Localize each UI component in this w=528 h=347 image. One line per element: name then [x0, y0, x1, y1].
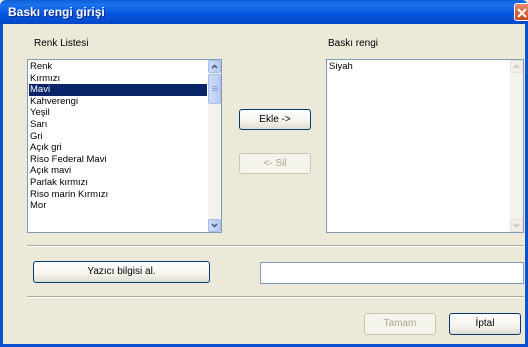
scroll-down-button[interactable] — [510, 219, 523, 232]
printer-info-button[interactable]: Yazıcı bilgisi al. — [33, 261, 210, 283]
thumb-grip — [212, 86, 218, 87]
list-item[interactable]: Siyah — [328, 61, 509, 73]
list-item[interactable]: Gri — [29, 131, 207, 143]
scroll-down-button[interactable] — [208, 219, 221, 232]
title-bar[interactable]: Baskı rengi girişi — [0, 0, 528, 24]
cancel-button[interactable]: İptal — [449, 313, 521, 335]
print-color-list[interactable]: Siyah — [326, 59, 524, 233]
scroll-up-button[interactable] — [208, 60, 221, 73]
printer-info-field[interactable] — [260, 262, 524, 284]
print-color-label: Baskı rengi — [328, 38, 379, 49]
list-item[interactable]: Mavi — [29, 84, 207, 96]
list-item[interactable]: Kahverengi — [29, 96, 207, 108]
list-item[interactable]: Riso marin Kırmızı — [29, 189, 207, 201]
window-border-left — [0, 24, 3, 347]
list-item[interactable]: Mor — [29, 200, 207, 212]
chevron-up-icon — [211, 64, 218, 69]
list-item[interactable]: Açık gri — [29, 142, 207, 154]
add-button[interactable]: Ekle -> — [239, 109, 311, 130]
list-item[interactable]: Riso Federal Mavi — [29, 154, 207, 166]
separator — [27, 296, 524, 298]
remove-button[interactable]: <- Sil — [239, 153, 311, 174]
separator — [27, 245, 524, 247]
list-item[interactable]: Açık mavi — [29, 165, 207, 177]
close-button[interactable] — [514, 3, 528, 21]
thumb-grip — [212, 90, 218, 91]
chevron-down-icon — [513, 223, 520, 228]
ok-button[interactable]: Tamam — [364, 313, 436, 335]
scroll-up-button[interactable] — [510, 60, 523, 73]
list-item[interactable]: Renk — [29, 61, 207, 73]
chevron-down-icon — [211, 223, 218, 228]
color-list-scrollbar[interactable] — [208, 60, 221, 232]
thumb-grip — [212, 88, 218, 89]
list-item[interactable]: Sarı — [29, 119, 207, 131]
chevron-up-icon — [513, 64, 520, 69]
list-item[interactable]: Yeşil — [29, 107, 207, 119]
list-item[interactable]: Kırmızı — [29, 73, 207, 85]
print-color-scrollbar[interactable] — [510, 60, 523, 232]
window-title: Baskı rengi girişi — [8, 5, 105, 19]
list-item[interactable]: Parlak kırmızı — [29, 177, 207, 189]
scroll-thumb[interactable] — [208, 74, 221, 104]
close-icon — [517, 8, 527, 18]
color-list-label: Renk Listesi — [34, 38, 89, 49]
color-list[interactable]: Renk Kırmızı Mavi Kahverengi Yeşil Sarı Gri Açı… — [27, 59, 222, 233]
